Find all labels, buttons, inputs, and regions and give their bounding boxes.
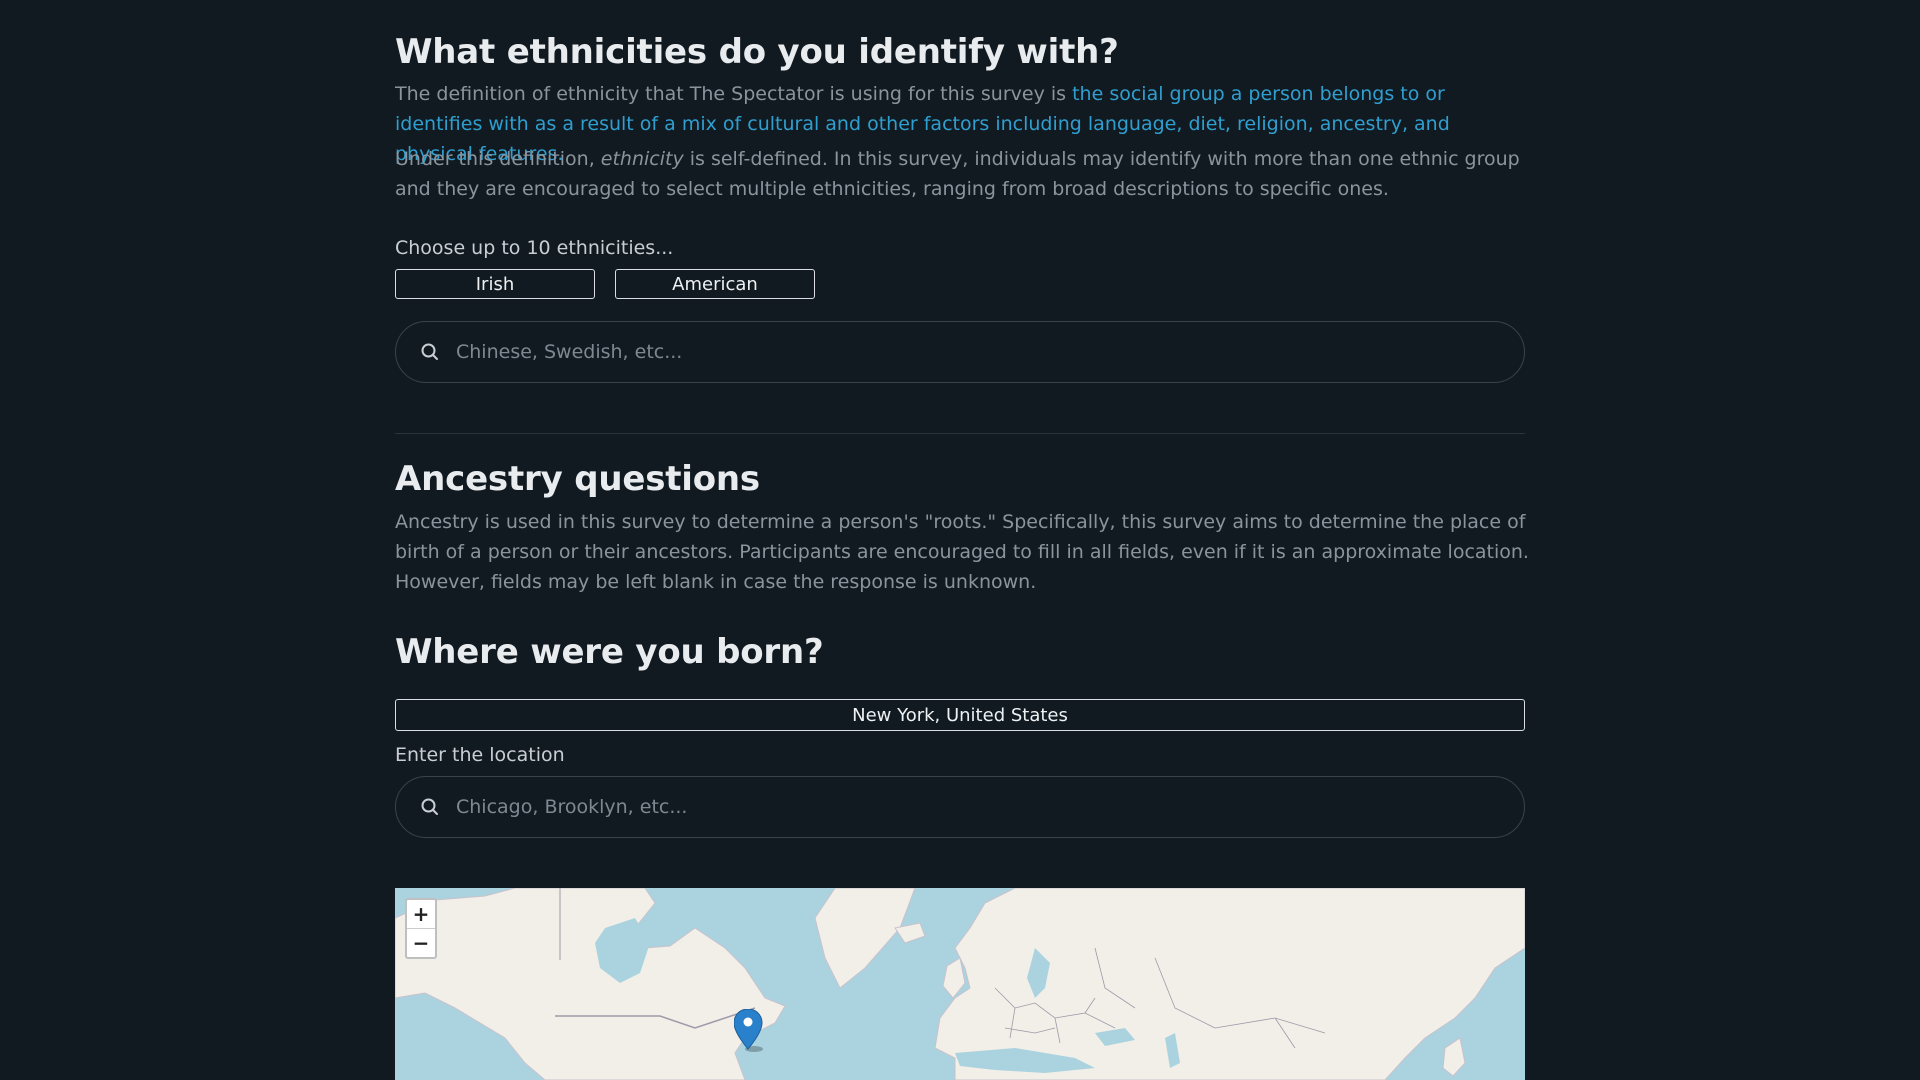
location-search-box[interactable] [395,776,1525,838]
map-tiles [395,888,1525,1080]
ethnicity-explanation: Under this definition, ethnicity is self… [395,144,1530,204]
ancestry-description: Ancestry is used in this survey to deter… [395,511,1529,593]
map-zoom-control: + − [405,898,437,959]
ethnicity-chip-irish[interactable]: Irish [395,269,595,299]
search-icon [421,798,438,815]
world-map[interactable]: + − [395,888,1525,1080]
search-icon [421,343,438,360]
ethnicity-title: What ethnicities do you identify with? [395,32,1119,72]
ethnicity-chip-american[interactable]: American [615,269,815,299]
zoom-out-button[interactable]: − [407,928,435,957]
ancestry-title: Ancestry questions [395,459,760,499]
enter-location-label: Enter the location [395,744,565,766]
map-pin-icon[interactable] [734,1009,774,1053]
ethnicity-search-input[interactable] [454,340,1458,364]
definition-prefix: The definition of ethnicity that The Spe… [395,83,1073,105]
section-divider [395,433,1525,434]
explanation-prefix: Under this definition, [395,148,601,170]
selected-birthplace-chip[interactable]: New York, United States [395,699,1525,731]
explanation-emphasis: ethnicity [600,148,684,170]
choose-ethnicities-label: Choose up to 10 ethnicities... [395,237,674,259]
birthplace-title: Where were you born? [395,632,824,672]
zoom-in-button[interactable]: + [407,900,435,928]
location-search-input[interactable] [454,795,1458,819]
ethnicity-search-box[interactable] [395,321,1525,383]
